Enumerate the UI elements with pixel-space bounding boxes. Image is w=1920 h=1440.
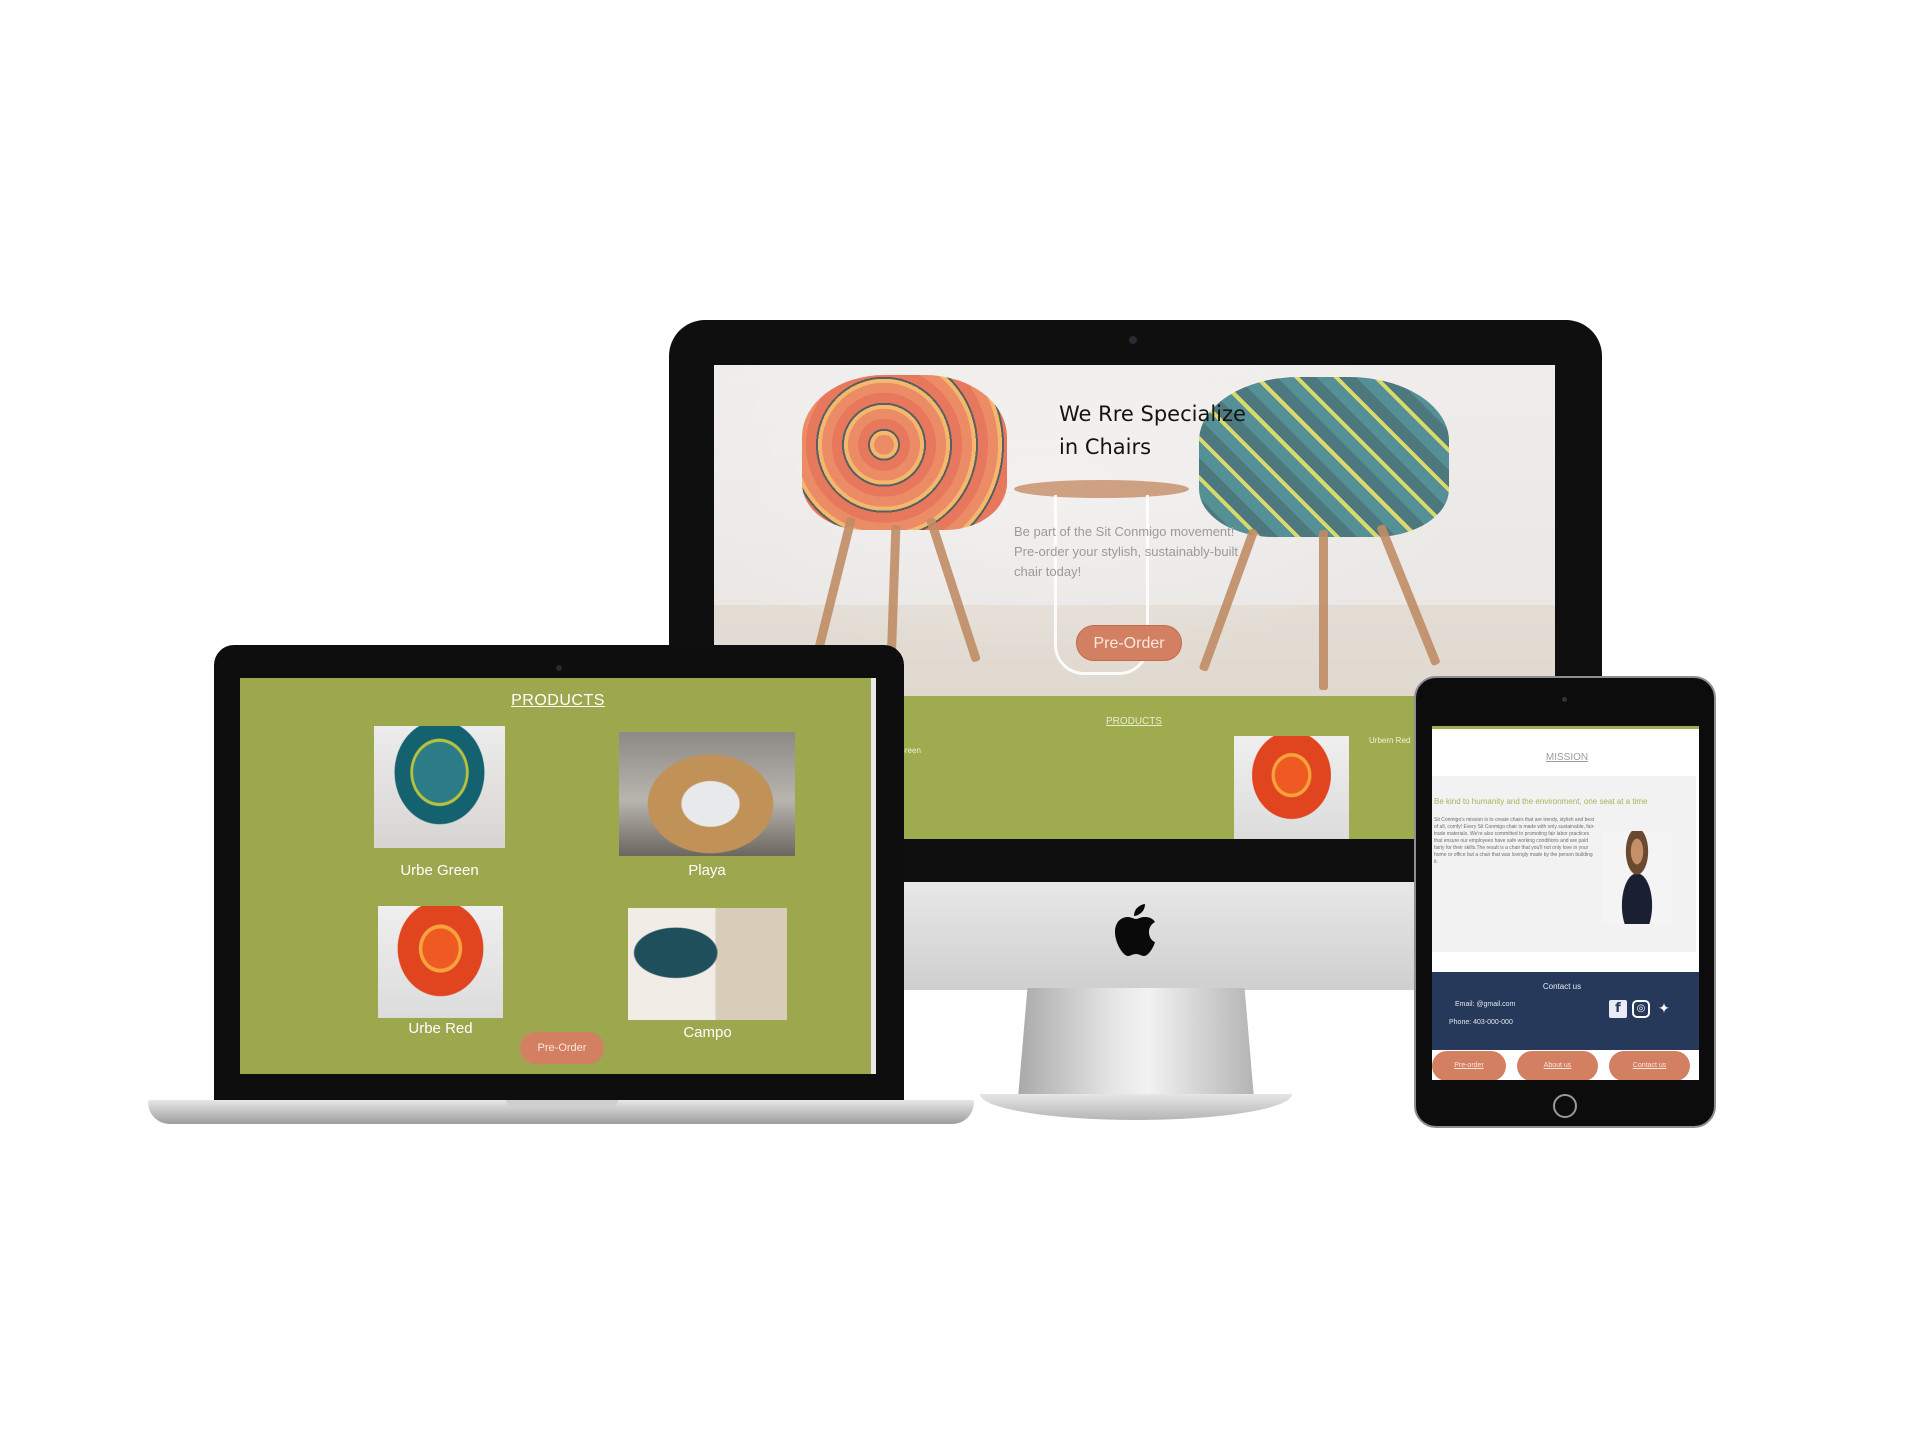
products-title[interactable]: PRODUCTS xyxy=(498,692,618,710)
products-title[interactable]: PRODUCTS xyxy=(1064,716,1204,727)
laptop-screen: PRODUCTS Urbe Green Playa Urbe Red Campo… xyxy=(240,678,876,1074)
mission-body: Sit Conmigo's mission is to create chair… xyxy=(1434,817,1595,865)
scrollbar[interactable] xyxy=(871,678,876,1074)
contact-phone: Phone: 403-000-000 xyxy=(1449,1019,1513,1026)
hero-title: We Rre Specialize in Chairs xyxy=(1059,402,1246,459)
contact-title: Contact us xyxy=(1542,982,1582,991)
footer-preorder-button[interactable]: Pre-order xyxy=(1432,1051,1506,1080)
mission-section: Be kind to humanity and the environment,… xyxy=(1432,776,1696,952)
product-label: Campo xyxy=(683,1024,732,1041)
instagram-icon[interactable]: ◎ xyxy=(1632,1000,1650,1018)
product-image-playa[interactable] xyxy=(619,732,795,856)
product-label: Urbern Red xyxy=(1369,736,1411,745)
mission-heading: Be kind to humanity and the environment,… xyxy=(1434,797,1648,806)
product-label: Urbe Red xyxy=(408,1020,473,1037)
contact-email: Email: @gmail.com xyxy=(1455,1001,1516,1008)
tablet-screen: MISSION Be kind to humanity and the envi… xyxy=(1432,726,1699,1080)
apple-logo-icon xyxy=(1115,904,1155,956)
imac-camera xyxy=(1129,336,1137,344)
tablet-top-accent xyxy=(1432,726,1699,729)
facebook-icon[interactable]: f xyxy=(1609,1000,1627,1018)
product-image-urbe-red[interactable] xyxy=(378,906,503,1018)
laptop-notch xyxy=(506,1100,618,1107)
laptop-camera xyxy=(556,665,562,671)
tablet-camera xyxy=(1562,697,1567,702)
twitter-icon[interactable]: ✦ xyxy=(1655,1000,1673,1018)
product-label: Playa xyxy=(688,862,726,879)
footer-contact-button[interactable]: Contact us xyxy=(1609,1051,1690,1080)
founder-portrait xyxy=(1602,831,1672,924)
product-image-campo[interactable] xyxy=(628,908,787,1020)
mission-title[interactable]: MISSION xyxy=(1532,752,1602,763)
preorder-button[interactable]: Pre-Order xyxy=(520,1032,604,1064)
tablet-home-button[interactable] xyxy=(1553,1094,1577,1118)
tablet-footer: Pre-order About us Contact us xyxy=(1432,1050,1699,1080)
contact-section: Contact us Email: @gmail.com Phone: 403-… xyxy=(1432,972,1699,1050)
hero-preorder-button[interactable]: Pre-Order xyxy=(1076,625,1182,661)
product-image-urbe-green[interactable] xyxy=(374,726,505,848)
imac-base xyxy=(980,1094,1292,1120)
hero-subtitle: Be part of the Sit Conmigo movement! Pre… xyxy=(1014,524,1238,579)
product-label: Urbe Green xyxy=(400,862,479,879)
footer-about-button[interactable]: About us xyxy=(1517,1051,1598,1080)
product-image-urbe-red[interactable] xyxy=(1234,736,1349,839)
